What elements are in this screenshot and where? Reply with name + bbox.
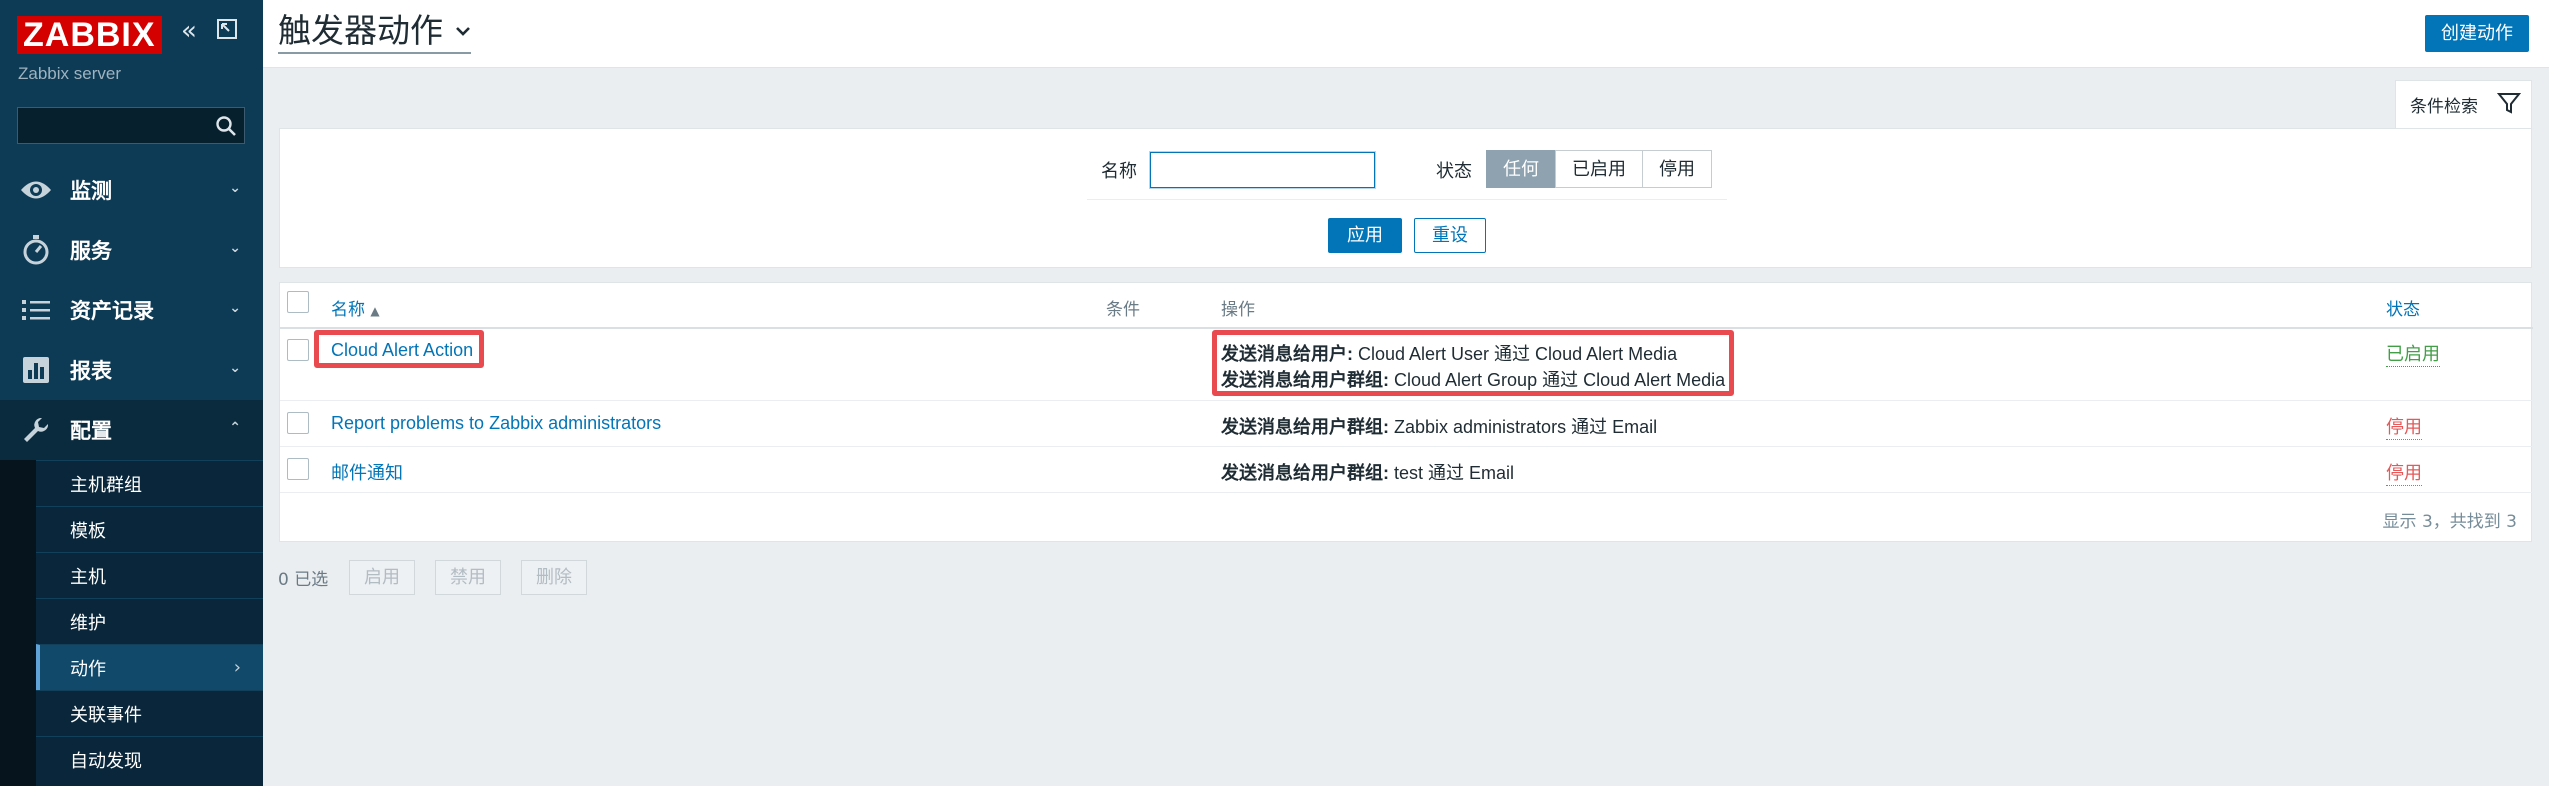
- mass-delete-button[interactable]: 删除: [521, 560, 587, 595]
- menu-item-label: 监测: [70, 179, 112, 203]
- row-divider: [280, 446, 2533, 447]
- submenu-rail: [0, 460, 36, 786]
- menu-item-label: 服务: [70, 239, 112, 263]
- column-header-status[interactable]: 状态: [2386, 295, 2420, 320]
- main-menu: 监测 ⌄ 服务 ⌄ 资产记录 ⌄ 报表 ⌄ 配置 ⌃: [0, 160, 263, 460]
- page-title-dropdown[interactable]: 触发器动作: [278, 12, 471, 54]
- menu-item-inventory[interactable]: 资产记录 ⌄: [0, 280, 263, 340]
- chevron-up-icon: ⌃: [229, 420, 241, 436]
- create-action-button[interactable]: 创建动作: [2425, 15, 2529, 52]
- operation-line: 发送消息给用户群组: test 通过 Email: [1221, 459, 1514, 485]
- menu-item-label: 报表: [70, 359, 112, 383]
- chevron-down-icon: ⌄: [229, 360, 241, 376]
- highlight-box: [1212, 330, 1734, 396]
- apply-filter-button[interactable]: 应用: [1328, 218, 1402, 253]
- highlight-box: [314, 330, 484, 368]
- results-count: 显示 3，共找到 3: [2382, 512, 2517, 532]
- sort-asc-icon: ▲: [370, 304, 380, 318]
- submenu-item-discovery[interactable]: 自动发现: [36, 736, 263, 782]
- server-name: Zabbix server: [18, 64, 121, 83]
- page-title: 触发器动作: [278, 11, 443, 50]
- list-icon: [20, 294, 52, 326]
- sidebar-search-input[interactable]: [18, 108, 208, 143]
- submenu-item-actions[interactable]: 动作 ›: [36, 644, 263, 690]
- submenu-item-event-correlation[interactable]: 关联事件: [36, 690, 263, 736]
- status-toggle-link[interactable]: 停用: [2386, 413, 2422, 440]
- chevron-down-icon: ⌄: [229, 180, 241, 196]
- collapse-sidebar-icon[interactable]: «: [176, 18, 202, 44]
- zabbix-logo[interactable]: ZABBIX: [17, 16, 162, 54]
- column-header-name-label: 名称: [331, 300, 365, 320]
- menu-item-configuration[interactable]: 配置 ⌃: [0, 400, 263, 460]
- action-name-link[interactable]: 邮件通知: [331, 459, 403, 485]
- chevron-down-icon: ⌄: [229, 300, 241, 316]
- filter-name-input[interactable]: [1150, 152, 1375, 188]
- mass-disable-button[interactable]: 禁用: [435, 560, 501, 595]
- kiosk-mode-icon[interactable]: [214, 18, 240, 44]
- column-header-conditions: 条件: [1106, 300, 1140, 320]
- column-header-operations: 操作: [1221, 300, 1255, 320]
- sidebar-search[interactable]: [17, 107, 245, 144]
- configuration-submenu: 主机群组 模板 主机 维护 动作 › 关联事件 自动发现: [0, 460, 263, 786]
- status-option-enabled[interactable]: 已启用: [1555, 150, 1643, 188]
- status-toggle-link[interactable]: 停用: [2386, 459, 2422, 486]
- submenu-item-label: 主机: [70, 566, 106, 588]
- stopwatch-icon: [20, 234, 52, 266]
- selected-count: 0 已选: [278, 570, 329, 590]
- report-chart-icon: [20, 354, 52, 386]
- reset-filter-button[interactable]: 重设: [1414, 218, 1486, 253]
- submenu-item-hosts[interactable]: 主机: [36, 552, 263, 598]
- page-header: 触发器动作 创建动作: [263, 0, 2549, 68]
- submenu-item-label: 动作: [70, 658, 106, 680]
- status-toggle-link[interactable]: 已启用: [2386, 340, 2440, 367]
- menu-item-services[interactable]: 服务 ⌄: [0, 220, 263, 280]
- filter-name-label: 名称: [1101, 161, 1137, 182]
- actions-table: 名称 ▲ 条件 操作 状态 Cloud Alert Action 发送消息给用户…: [279, 282, 2533, 542]
- operation-prefix: 发送消息给用户群组:: [1221, 463, 1389, 483]
- row-checkbox[interactable]: [287, 339, 309, 361]
- column-header-name[interactable]: 名称 ▲: [331, 295, 380, 320]
- filter-divider: [1087, 199, 1727, 200]
- chevron-right-icon: ›: [233, 657, 241, 678]
- status-option-any[interactable]: 任何: [1486, 150, 1556, 188]
- filter-panel: 名称 状态 任何 已启用 停用 应用 重设: [279, 128, 2532, 268]
- select-all-checkbox[interactable]: [287, 291, 309, 313]
- search-icon[interactable]: [214, 114, 238, 138]
- submenu-item-label: 关联事件: [70, 704, 142, 726]
- operation-text: test 通过 Email: [1389, 463, 1515, 483]
- eye-icon: [20, 174, 52, 206]
- header-divider: [280, 327, 2533, 329]
- operation-text: Zabbix administrators 通过 Email: [1389, 417, 1658, 437]
- filter-tab[interactable]: 条件检索: [2395, 80, 2532, 128]
- status-option-disabled[interactable]: 停用: [1642, 150, 1712, 188]
- filter-icon: [2497, 93, 2521, 114]
- submenu-item-label: 主机群组: [70, 474, 142, 496]
- submenu-item-host-groups[interactable]: 主机群组: [36, 460, 263, 506]
- status-segmented-control: 任何 已启用 停用: [1486, 150, 1712, 188]
- wrench-icon: [20, 414, 52, 446]
- row-divider: [280, 400, 2533, 401]
- menu-item-label: 配置: [70, 419, 112, 443]
- row-divider: [280, 492, 2533, 493]
- action-name-link[interactable]: Report problems to Zabbix administrators: [331, 413, 661, 434]
- row-checkbox[interactable]: [287, 412, 309, 434]
- menu-item-label: 资产记录: [70, 299, 154, 323]
- operation-line: 发送消息给用户群组: Zabbix administrators 通过 Emai…: [1221, 413, 1657, 439]
- submenu-item-maintenance[interactable]: 维护: [36, 598, 263, 644]
- submenu-item-label: 维护: [70, 612, 106, 634]
- chevron-down-icon: [455, 12, 471, 50]
- operation-prefix: 发送消息给用户群组:: [1221, 417, 1389, 437]
- chevron-down-icon: ⌄: [229, 240, 241, 256]
- sidebar: ZABBIX « Zabbix server 监测 ⌄ 服务 ⌄ 资产记录 ⌄ …: [0, 0, 263, 786]
- submenu-item-label: 自动发现: [70, 750, 142, 772]
- menu-item-monitoring[interactable]: 监测 ⌄: [0, 160, 263, 220]
- submenu-item-label: 模板: [70, 520, 106, 542]
- submenu-item-templates[interactable]: 模板: [36, 506, 263, 552]
- row-checkbox[interactable]: [287, 458, 309, 480]
- filter-status-label: 状态: [1436, 161, 1472, 182]
- menu-item-reports[interactable]: 报表 ⌄: [0, 340, 263, 400]
- filter-tab-label: 条件检索: [2410, 97, 2478, 117]
- mass-enable-button[interactable]: 启用: [349, 560, 415, 595]
